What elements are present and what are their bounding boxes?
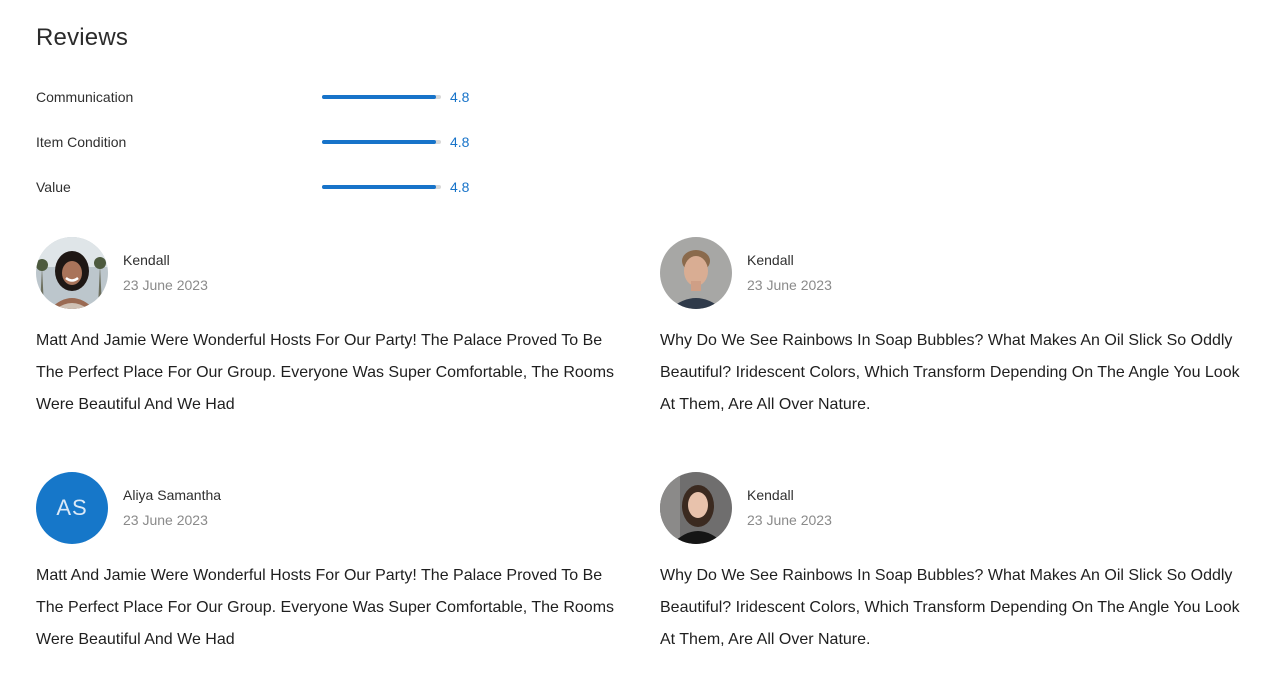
rating-value: 4.8 <box>450 89 470 105</box>
rating-value-row: Value 4.8 <box>36 177 496 197</box>
review-text: Matt And Jamie Were Wonderful Hosts For … <box>36 332 615 413</box>
review-date: 23 June 2023 <box>123 277 208 293</box>
rating-bar-fill <box>322 140 437 144</box>
rating-bar-fill <box>322 185 437 189</box>
reviewer-avatar[interactable] <box>660 472 732 544</box>
rating-bar <box>322 95 441 99</box>
reviewer-name: Aliya Samantha <box>123 487 222 503</box>
review-text: Why Do We See Rainbows In Soap Bubbles? … <box>660 567 1240 648</box>
rating-value: 4.8 <box>450 134 470 150</box>
reviewer-name: Kendall <box>123 252 170 268</box>
rating-communication: Communication 4.8 <box>36 87 496 107</box>
review-text: Why Do We See Rainbows In Soap Bubbles? … <box>660 332 1240 413</box>
page-title: Reviews <box>36 24 129 51</box>
rating-label: Communication <box>36 89 134 105</box>
reviewer-name: Kendall <box>747 487 794 503</box>
avatar-photo-icon <box>36 237 108 309</box>
rating-label: Item Condition <box>36 134 127 150</box>
reviewer-avatar[interactable] <box>660 237 732 309</box>
avatar-photo-icon <box>660 472 732 544</box>
avatar-photo-icon <box>660 237 732 309</box>
rating-item-condition: Item Condition 4.8 <box>36 132 496 152</box>
reviewer-avatar[interactable] <box>36 237 108 309</box>
reviewer-avatar[interactable]: AS <box>36 472 108 544</box>
rating-bar <box>322 140 441 144</box>
review-date: 23 June 2023 <box>123 512 208 528</box>
review-date: 23 June 2023 <box>747 512 832 528</box>
review-text: Matt And Jamie Were Wonderful Hosts For … <box>36 567 615 648</box>
reviewer-name: Kendall <box>747 252 794 268</box>
rating-value: 4.8 <box>450 179 470 195</box>
review-date: 23 June 2023 <box>747 277 832 293</box>
rating-bar-fill <box>322 95 437 99</box>
rating-label: Value <box>36 179 71 195</box>
rating-bar <box>322 185 441 189</box>
